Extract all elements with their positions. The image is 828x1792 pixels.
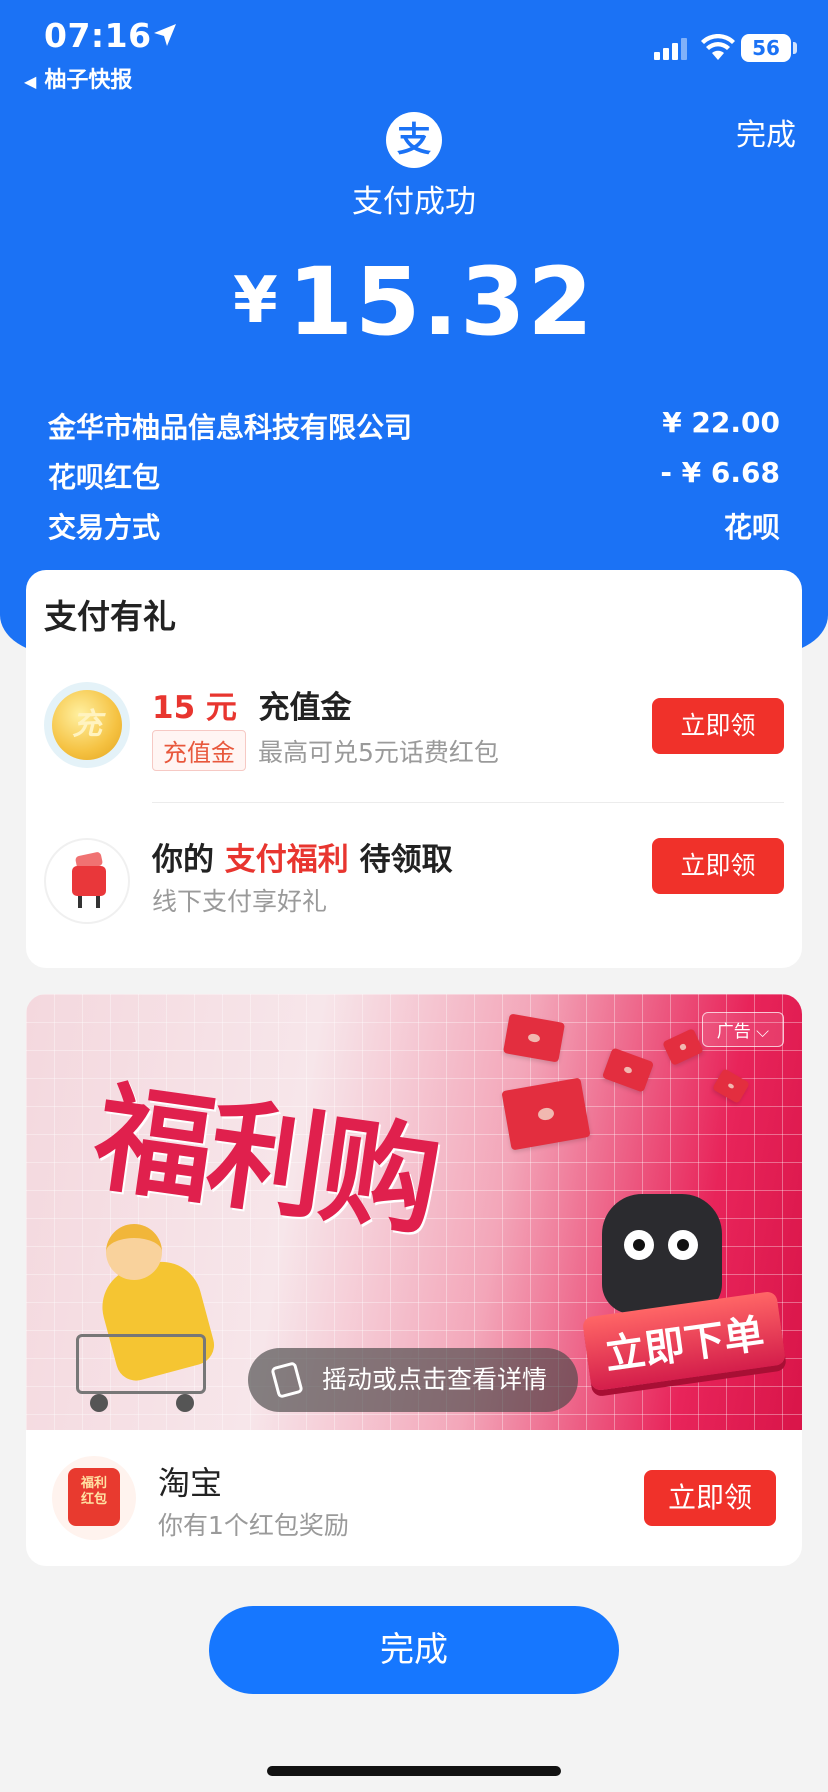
gift-item-desc: 充值金 最高可兑5元话费红包 <box>152 730 499 771</box>
detail-label: 金华市柚品信息科技有限公司 <box>48 411 413 444</box>
gift-item-title: 你的 支付福利 待领取 <box>152 834 453 879</box>
shake-phone-icon <box>270 1361 304 1399</box>
claim-benefit-button[interactable]: 立即领 <box>652 838 784 894</box>
payment-amount: ¥15.32 <box>0 248 828 357</box>
divider <box>152 802 784 803</box>
claim-recharge-button[interactable]: 立即领 <box>652 698 784 754</box>
battery-indicator: 56 <box>741 34 791 62</box>
status-time: 07:16 <box>44 16 152 55</box>
red-packet-icon-text: 福利 红包 <box>68 1468 120 1526</box>
home-indicator[interactable] <box>267 1766 561 1776</box>
benefit-prefix: 你的 <box>152 842 214 878</box>
currency-symbol: ¥ <box>233 264 278 338</box>
shake-hint-pill[interactable]: 摇动或点击查看详情 <box>248 1348 578 1412</box>
gift-item-desc: 线下支付享好礼 <box>152 887 328 916</box>
gift-item-recharge[interactable]: 充 15 元 充值金 充值金 最高可兑5元话费红包 立即领 <box>26 682 802 822</box>
ad-label-dropdown[interactable]: 广告 ⌵ <box>701 1012 784 1047</box>
taobao-reward-card[interactable]: 福利 红包 淘宝 你有1个红包奖励 立即领 <box>26 1430 802 1566</box>
alipay-logo-icon: 支 <box>386 112 442 168</box>
ad-label: 广告 <box>716 1022 751 1042</box>
back-to-app-link[interactable]: ◀ 柚子快报 <box>24 62 132 94</box>
detail-value: 花呗 <box>723 511 780 544</box>
claim-taobao-button[interactable]: 立即领 <box>644 1470 776 1526</box>
back-app-label: 柚子快报 <box>44 68 133 93</box>
gift-card-title: 支付有礼 <box>44 597 176 636</box>
coin-icon: 充 <box>44 682 130 768</box>
gift-item-benefit[interactable]: 你的 支付福利 待领取 线下支付享好礼 立即领 <box>26 838 802 978</box>
detail-value: ¥ 22.00 <box>662 406 780 439</box>
wifi-icon <box>701 34 735 60</box>
taobao-desc: 你有1个红包奖励 <box>158 1511 349 1540</box>
coin-char: 充 <box>52 690 122 760</box>
benefit-highlight: 支付福利 <box>224 842 349 878</box>
done-link-top[interactable]: 完成 <box>736 110 796 154</box>
status-bar: 07:16 ◀ 柚子快报 56 <box>0 0 828 100</box>
benefit-suffix: 待领取 <box>359 842 453 878</box>
detail-value: - ¥ 6.68 <box>660 456 780 489</box>
gift-name: 充值金 <box>258 690 352 726</box>
done-button[interactable]: 完成 <box>209 1606 619 1694</box>
battery-cap <box>793 42 797 54</box>
taobao-name: 淘宝 <box>158 1464 223 1502</box>
chevron-down-icon: ⌵ <box>756 1022 769 1042</box>
shake-hint-text: 摇动或点击查看详情 <box>322 1365 548 1394</box>
detail-label: 交易方式 <box>48 511 161 544</box>
gift-bag-mascot-icon <box>44 838 130 924</box>
gift-amount: 15 元 <box>152 690 237 726</box>
cellular-signal-icon <box>654 38 687 60</box>
back-triangle-icon: ◀ <box>24 72 37 91</box>
tmall-cat-mascot <box>602 1194 722 1314</box>
gift-tag: 充值金 <box>152 730 246 771</box>
amount-value: 15.32 <box>287 248 595 357</box>
ad-banner[interactable]: 福利购 立即下单 广告 ⌵ 摇动或点击查看详情 <box>26 994 802 1430</box>
taobao-red-packet-icon: 福利 红包 <box>52 1456 136 1540</box>
payment-status-title: 支付成功 <box>352 184 476 220</box>
gift-desc-text: 最高可兑5元话费红包 <box>258 738 499 767</box>
gift-item-title: 15 元 充值金 <box>152 682 352 727</box>
shopping-cart-girl-illustration <box>66 1224 266 1414</box>
location-arrow-icon <box>154 24 176 46</box>
payment-gift-card: 支付有礼 充 15 元 充值金 充值金 最高可兑5元话费红包 立即领 你的 支付福… <box>26 570 802 968</box>
detail-label: 花呗红包 <box>48 461 161 494</box>
alipay-logo-char: 支 <box>397 120 431 160</box>
